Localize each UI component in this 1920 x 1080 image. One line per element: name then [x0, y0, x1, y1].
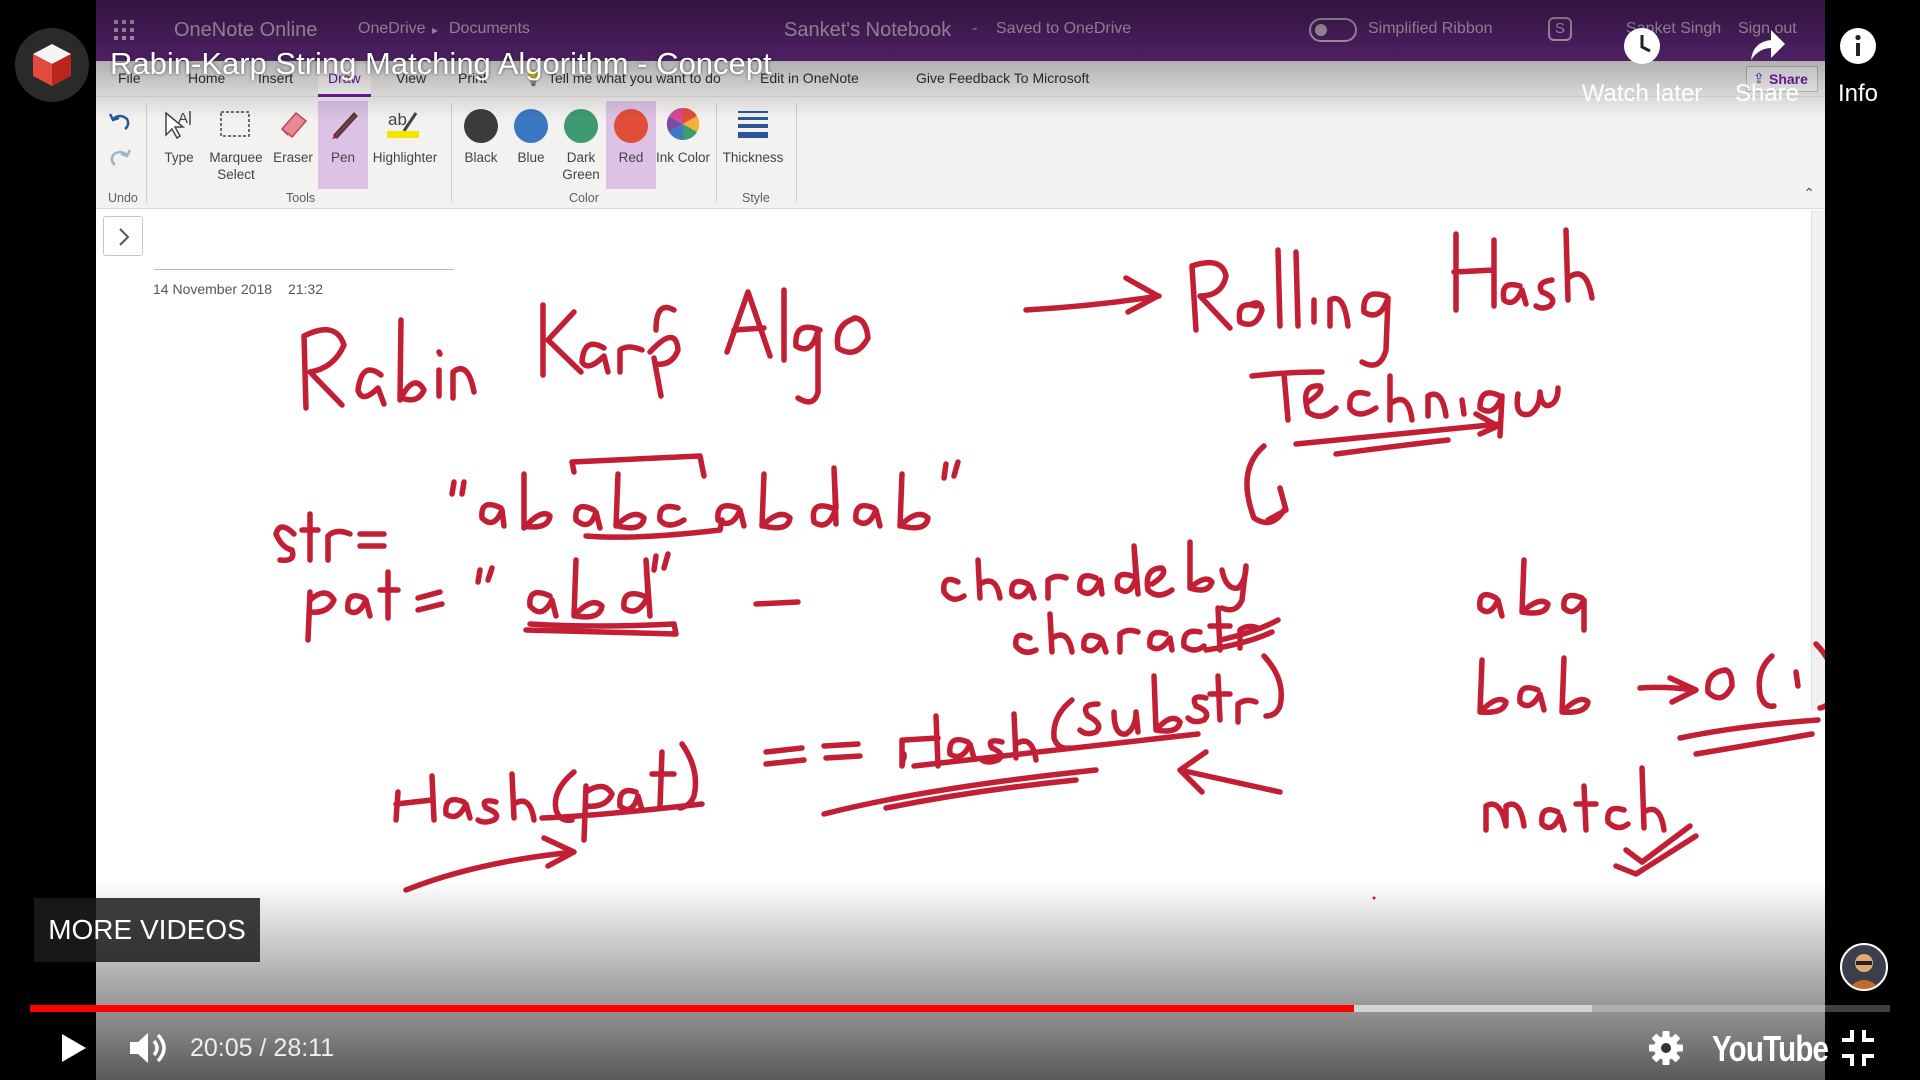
- gear-icon: [1649, 1031, 1683, 1065]
- play-button[interactable]: [52, 1016, 96, 1080]
- youtube-logo[interactable]: YouTube: [1712, 1028, 1829, 1070]
- settings-button[interactable]: [1642, 1016, 1690, 1080]
- channel-avatar[interactable]: [15, 28, 89, 102]
- handwritten-ink: [273, 227, 1825, 900]
- exit-fullscreen-icon: [1842, 1030, 1874, 1066]
- player-controls: 20:05 / 28:11 YouTube: [0, 1016, 1920, 1080]
- current-time: 20:05: [190, 1034, 253, 1062]
- presenter-avatar[interactable]: [1840, 943, 1888, 991]
- presenter-face-icon: [1848, 954, 1880, 989]
- video-title-link[interactable]: Rabin-Karp String Matching Algorithm - C…: [110, 46, 772, 82]
- exit-fullscreen-button[interactable]: [1836, 1016, 1880, 1080]
- video-player[interactable]: OneNote Online OneDrive ▸ Documents Sank…: [0, 0, 1920, 1080]
- time-separator: /: [259, 1034, 274, 1062]
- watch-later-button[interactable]: Watch later: [1577, 22, 1707, 112]
- more-videos-button[interactable]: MORE VIDEOS: [34, 898, 260, 962]
- channel-cube-logo-icon: [33, 44, 71, 86]
- clock-icon: [1624, 28, 1660, 64]
- info-button[interactable]: Info: [1793, 22, 1920, 112]
- play-icon: [62, 1034, 86, 1062]
- info-icon: [1840, 28, 1876, 64]
- time-display: 20:05 / 28:11: [190, 1034, 334, 1063]
- volume-icon: [130, 1033, 166, 1063]
- watch-later-label: Watch later: [1581, 80, 1703, 107]
- video-frame[interactable]: OneNote Online OneDrive ▸ Documents Sank…: [96, 0, 1825, 1080]
- progress-bar[interactable]: [30, 1005, 1890, 1012]
- mute-button[interactable]: [124, 1016, 174, 1080]
- info-label: Info: [1837, 80, 1879, 107]
- share-arrow-icon: [1751, 30, 1785, 60]
- progress-played: [30, 1005, 1355, 1012]
- duration: 28:11: [273, 1034, 335, 1062]
